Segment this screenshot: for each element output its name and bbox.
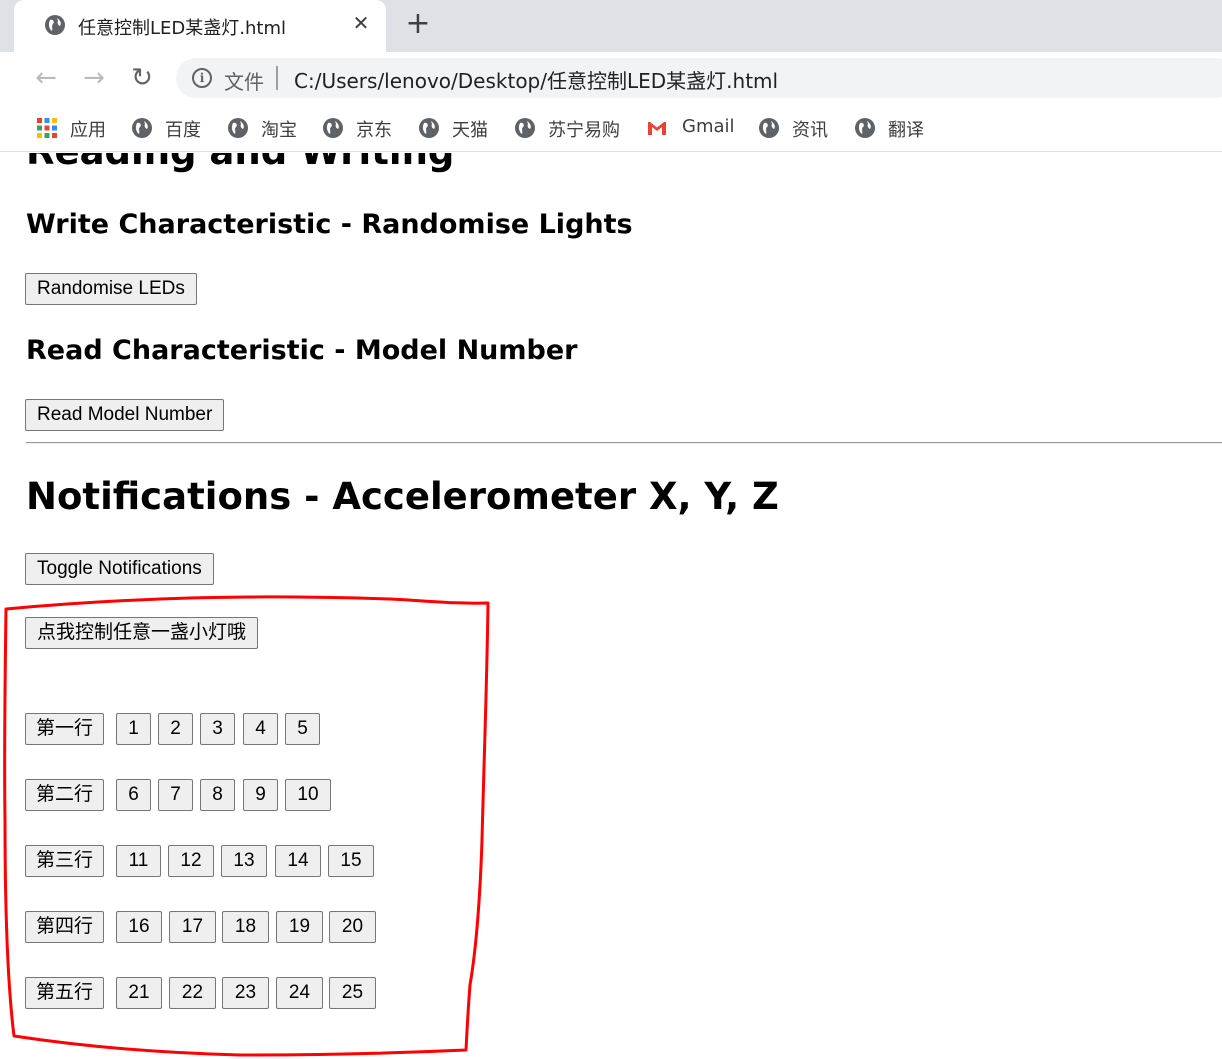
bookmarks-bar: 应用 百度 淘宝 京东 天猫 苏宁易购 Gmail 资讯 翻译 (0, 104, 1222, 152)
led-button[interactable]: 16 (116, 911, 162, 943)
bookmark-label: 百度 (165, 120, 201, 141)
led-button[interactable]: 2 (158, 713, 193, 745)
divider (26, 442, 1222, 444)
led-button[interactable]: 1 (116, 713, 151, 745)
led-button[interactable]: 23 (222, 977, 269, 1009)
close-icon[interactable]: ✕ (350, 12, 372, 34)
read-model-number-button[interactable]: Read Model Number (25, 399, 225, 431)
led-button[interactable]: 7 (158, 779, 193, 811)
apps-grid-icon (37, 118, 57, 138)
address-scheme-label: 文件 (224, 70, 264, 94)
reload-icon[interactable]: ↻ (126, 62, 158, 94)
led-button[interactable]: 25 (329, 977, 376, 1009)
heading-read-characteristic: Read Characteristic - Model Number (26, 335, 578, 366)
bookmark-label: Gmail (682, 116, 735, 137)
bookmark-label: 应用 (70, 120, 106, 141)
led-button[interactable]: 6 (116, 779, 151, 811)
led-button[interactable]: 14 (275, 845, 321, 877)
globe-icon (132, 118, 152, 138)
gmail-icon (648, 122, 666, 135)
tab-title: 任意控制LED某盏灯.html (78, 18, 286, 39)
globe-icon (323, 118, 343, 138)
led-button[interactable]: 8 (200, 779, 235, 811)
globe-icon (419, 118, 439, 138)
info-icon[interactable]: i (192, 68, 212, 88)
led-button[interactable]: 4 (243, 713, 278, 745)
led-button[interactable]: 5 (285, 713, 320, 745)
led-button[interactable]: 13 (221, 845, 267, 877)
led-button[interactable]: 18 (222, 911, 269, 943)
row-label-button[interactable]: 第二行 (25, 779, 105, 811)
randomise-leds-button[interactable]: Randomise LEDs (25, 273, 197, 305)
bookmark-label: 天猫 (452, 120, 488, 141)
browser-tab[interactable]: 任意控制LED某盏灯.html ✕ (14, 0, 386, 52)
bookmark-label: 资讯 (792, 120, 828, 141)
globe-icon (45, 15, 65, 35)
address-separator (276, 66, 278, 90)
new-tab-button[interactable]: + (402, 8, 434, 40)
bookmark-label: 淘宝 (261, 120, 297, 141)
back-arrow-icon[interactable]: ← (30, 62, 62, 94)
globe-icon (759, 118, 779, 138)
bookmark-label: 苏宁易购 (548, 120, 620, 141)
heading-reading-writing: Reading and Writing (26, 153, 454, 173)
bookmark-label: 京东 (356, 120, 392, 141)
address-bar[interactable]: i 文件 C:/Users/lenovo/Desktop/任意控制LED某盏灯.… (176, 58, 1222, 98)
heading-write-characteristic: Write Characteristic - Randomise Lights (26, 209, 633, 240)
page-viewport[interactable]: Reading and Writing Write Characteristic… (0, 153, 1222, 1059)
globe-icon (228, 118, 248, 138)
led-button[interactable]: 11 (116, 845, 161, 877)
control-any-led-button[interactable]: 点我控制任意一盏小灯哦 (25, 617, 259, 649)
row-label-button[interactable]: 第一行 (25, 713, 105, 745)
led-button[interactable]: 17 (169, 911, 216, 943)
led-button[interactable]: 10 (285, 779, 331, 811)
led-button[interactable]: 22 (169, 977, 216, 1009)
bookmark-label: 翻译 (888, 120, 924, 141)
row-label-button[interactable]: 第五行 (25, 977, 105, 1009)
forward-arrow-icon[interactable]: → (78, 62, 110, 94)
led-button[interactable]: 3 (200, 713, 235, 745)
address-url[interactable]: C:/Users/lenovo/Desktop/任意控制LED某盏灯.html (294, 65, 778, 94)
led-button[interactable]: 19 (276, 911, 323, 943)
led-button[interactable]: 21 (116, 977, 162, 1009)
row-label-button[interactable]: 第四行 (25, 911, 105, 943)
led-button[interactable]: 24 (276, 977, 323, 1009)
led-button[interactable]: 15 (328, 845, 374, 877)
heading-notifications: Notifications - Accelerometer X, Y, Z (26, 475, 779, 518)
row-label-button[interactable]: 第三行 (25, 845, 105, 877)
led-button[interactable]: 12 (168, 845, 214, 877)
tab-strip: 任意控制LED某盏灯.html ✕ + (0, 0, 1222, 52)
led-button[interactable]: 20 (329, 911, 376, 943)
toggle-notifications-button[interactable]: Toggle Notifications (25, 553, 214, 585)
led-button[interactable]: 9 (243, 779, 278, 811)
globe-icon (515, 118, 535, 138)
browser-toolbar: ← → ↻ i 文件 C:/Users/lenovo/Desktop/任意控制L… (0, 52, 1222, 104)
globe-icon (855, 118, 875, 138)
